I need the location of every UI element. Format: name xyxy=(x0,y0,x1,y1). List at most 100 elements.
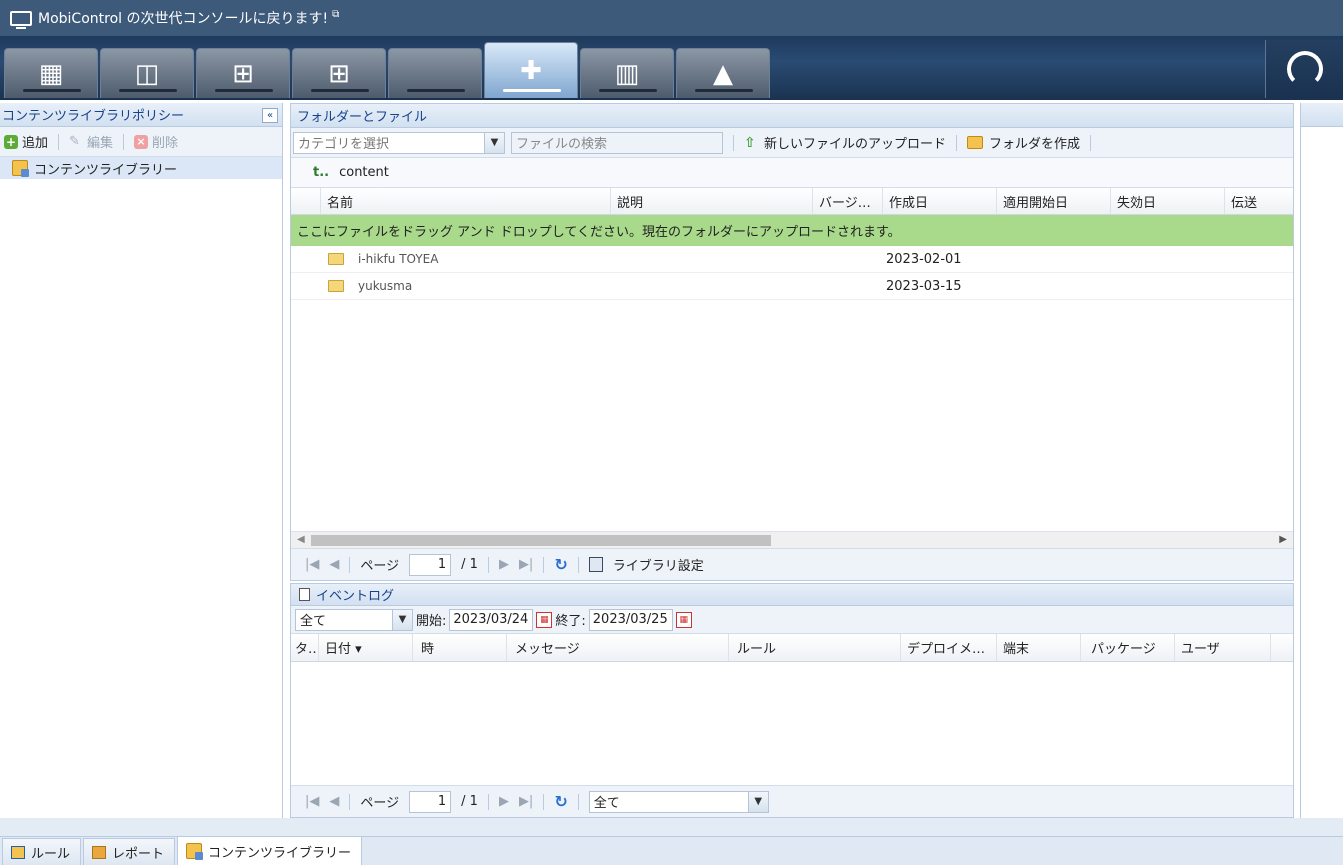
add-button[interactable]: 追加 xyxy=(22,132,48,151)
first-page-button[interactable]: |◀ xyxy=(305,794,319,809)
event-log-header: イベントログ xyxy=(291,584,1293,606)
column-transmission[interactable]: 伝送 xyxy=(1225,188,1293,214)
apps-grid-icon: ▦ xyxy=(38,58,64,89)
log-icon xyxy=(299,588,310,601)
scroll-left-arrow[interactable]: ◀ xyxy=(297,534,305,545)
last-page-button[interactable]: ▶| xyxy=(519,557,533,572)
platform-tab-0[interactable]: ▦ xyxy=(4,48,98,98)
tab-content-library[interactable]: コンテンツライブラリー xyxy=(177,836,363,865)
chevron-down-icon[interactable]: ▼ xyxy=(392,609,412,630)
event-log-panel: イベントログ 全て ▼ 開始: 2023/03/24 ▦ 終了: 2023/03… xyxy=(290,583,1294,818)
platform-tab-5[interactable]: ✚ xyxy=(484,42,578,98)
right-panel-header xyxy=(1301,103,1343,127)
end-date-input[interactable]: 2023/03/25 xyxy=(588,608,673,631)
column-expiry-date[interactable]: 失効日 xyxy=(1111,188,1225,214)
horizontal-scrollbar[interactable]: ◀ ▶ xyxy=(291,531,1293,548)
pencil-icon: ✎ xyxy=(69,133,80,149)
tree-item-content-library[interactable]: コンテンツライブラリー xyxy=(0,157,282,179)
main-area: フォルダーとファイル カテゴリを選択 ▼ ファイルの検索 ⇧ 新しいファイルのア… xyxy=(290,103,1294,818)
scroll-thumb[interactable] xyxy=(311,535,771,546)
tab-content-library-label: コンテンツライブラリー xyxy=(208,845,352,861)
tab-rules-label: ルール xyxy=(31,846,71,862)
column-user[interactable]: ユーザ xyxy=(1175,634,1271,661)
calendar-icon[interactable]: ▦ xyxy=(675,611,692,628)
left-panel-title: コンテンツライブラリポリシー xyxy=(2,109,185,124)
first-page-button[interactable]: |◀ xyxy=(305,557,319,572)
reports-icon xyxy=(92,845,107,859)
windows-mobile-icon: ◫ xyxy=(134,58,160,89)
file-name: i-hikfu TOYEA xyxy=(358,252,439,266)
file-row[interactable]: yukusma 2023-03-15 xyxy=(291,273,1293,300)
refresh-icon[interactable]: ↻ xyxy=(554,792,567,811)
column-package[interactable]: パッケージ xyxy=(1081,634,1175,661)
tab-rules[interactable]: ルール xyxy=(2,838,82,865)
events-pager: |◀ ◀ ページ 1 / 1 ▶ ▶| ↻ 全て ▼ xyxy=(291,785,1293,817)
scroll-right-arrow[interactable]: ▶ xyxy=(1279,534,1287,545)
platform-tab-2[interactable]: ⊞ xyxy=(196,48,290,98)
file-search-input[interactable]: ファイルの検索 xyxy=(511,131,723,154)
collapse-panel-button[interactable]: « xyxy=(262,108,278,123)
category-select[interactable]: カテゴリを選択 ▼ xyxy=(293,131,505,154)
column-type[interactable]: タ… xyxy=(291,634,319,661)
console-link[interactable]: MobiControl の次世代コンソールに戻ります! xyxy=(38,8,328,28)
event-filter-select[interactable]: 全て ▼ xyxy=(295,608,413,631)
start-date-input[interactable]: 2023/03/24 xyxy=(449,608,534,631)
column-rule[interactable]: ルール xyxy=(729,634,901,661)
refresh-icon[interactable]: ↻ xyxy=(554,555,567,574)
delete-button[interactable]: 削除 xyxy=(152,132,178,151)
tab-reports[interactable]: レポート xyxy=(83,838,176,865)
last-page-button[interactable]: ▶| xyxy=(519,794,533,809)
calendar-icon[interactable]: ▦ xyxy=(536,611,553,628)
next-page-button[interactable]: ▶ xyxy=(499,794,509,809)
category-select-text: カテゴリを選択 xyxy=(298,137,390,152)
library-settings-icon xyxy=(588,557,603,572)
left-toolbar: + 追加 ✎ 編集 × 削除 xyxy=(0,127,282,157)
column-created[interactable]: 作成日 xyxy=(883,188,997,214)
next-page-button[interactable]: ▶ xyxy=(499,557,509,572)
upload-file-button[interactable]: 新しいファイルのアップロード xyxy=(764,133,946,152)
platform-tab-7[interactable]: ▲ xyxy=(676,48,770,98)
chevron-down-icon[interactable]: ▼ xyxy=(484,132,504,153)
platform-nav: ▦ ◫ ⊞ ⊞ ✚ ▥ ▲ xyxy=(0,36,1343,100)
platform-tab-6[interactable]: ▥ xyxy=(580,48,674,98)
event-filter-value: 全て xyxy=(300,614,327,629)
events-pager-filter[interactable]: 全て ▼ xyxy=(588,790,769,813)
top-bar[interactable]: MobiControl の次世代コンソールに戻ります! ⧉ xyxy=(0,0,1343,36)
tree-item-label: コンテンツライブラリー xyxy=(34,162,178,178)
platform-tab-1[interactable]: ◫ xyxy=(100,48,194,98)
prev-page-button[interactable]: ◀ xyxy=(329,794,339,809)
edit-button[interactable]: 編集 xyxy=(87,132,113,151)
page-number-input[interactable]: 1 xyxy=(409,553,452,576)
files-grid-header: 名前 説明 バージ… 作成日 適用開始日 失効日 伝送 xyxy=(291,188,1293,215)
page-total: / 1 xyxy=(461,557,478,572)
end-label: 終了: xyxy=(555,614,586,629)
page-label: ページ xyxy=(360,796,400,811)
bottom-tabs: ルール レポート コンテンツライブラリー xyxy=(0,836,1343,865)
chevron-down-icon[interactable]: ▼ xyxy=(747,791,768,812)
up-folder-button[interactable]: t.. xyxy=(313,165,329,180)
file-row[interactable]: i-hikfu TOYEA 2023-02-01 xyxy=(291,246,1293,273)
column-device[interactable]: 端末 xyxy=(997,634,1081,661)
files-pager: |◀ ◀ ページ 1 / 1 ▶ ▶| ↻ ライブラリ設定 xyxy=(291,548,1293,580)
column-description[interactable]: 説明 xyxy=(611,188,813,214)
column-deployment[interactable]: デプロイメ… xyxy=(901,634,997,661)
column-message[interactable]: メッセージ xyxy=(507,634,729,661)
column-date[interactable]: 日付 ▾ xyxy=(319,634,413,661)
prev-page-button[interactable]: ◀ xyxy=(329,557,339,572)
page-number-input[interactable]: 1 xyxy=(409,790,452,813)
create-folder-button[interactable]: フォルダを作成 xyxy=(989,133,1080,152)
event-grid-header: タ… 日付 ▾ 時 メッセージ ルール デプロイメ… 端末 パッケージ ユーザ xyxy=(291,634,1293,662)
events-pager-filter-value: 全て xyxy=(593,796,620,811)
library-settings-button[interactable]: ライブラリ設定 xyxy=(613,555,704,574)
files-toolbar: カテゴリを選択 ▼ ファイルの検索 ⇧ 新しいファイルのアップロード フォルダを… xyxy=(291,128,1293,158)
drop-zone[interactable]: ここにファイルをドラッグ アンド ドロップしてください。現在のフォルダーにアップ… xyxy=(291,215,1293,246)
help-button[interactable] xyxy=(1265,40,1343,98)
column-name[interactable]: 名前 xyxy=(321,188,611,214)
folders-files-panel: フォルダーとファイル カテゴリを選択 ▼ ファイルの検索 ⇧ 新しいファイルのア… xyxy=(290,103,1294,581)
column-time[interactable]: 時 xyxy=(413,634,507,661)
column-effective-date[interactable]: 適用開始日 xyxy=(997,188,1111,214)
platform-tab-4[interactable] xyxy=(388,48,482,98)
page-total: / 1 xyxy=(461,794,478,809)
platform-tab-3[interactable]: ⊞ xyxy=(292,48,386,98)
column-version[interactable]: バージ… xyxy=(813,188,883,214)
